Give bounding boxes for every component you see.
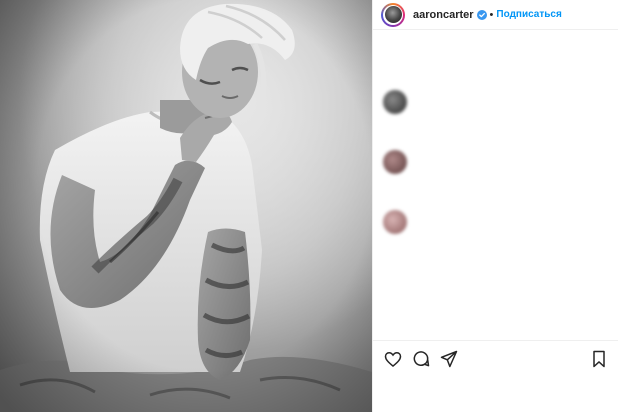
heart-icon[interactable]: [383, 349, 403, 369]
comment-meta: [419, 124, 447, 133]
comment-icon[interactable]: [411, 349, 431, 369]
comment-avatar[interactable]: [383, 210, 407, 234]
post-actions: [373, 340, 618, 384]
comment-meta: [419, 62, 447, 71]
profile-avatar[interactable]: [381, 2, 405, 27]
comment-avatar[interactable]: [383, 90, 407, 114]
avatar-image: [384, 6, 402, 23]
separator-dot: •: [489, 8, 494, 21]
follow-button[interactable]: Подписаться: [496, 9, 561, 20]
comment-item: [383, 210, 615, 340]
comment-item: [383, 90, 615, 140]
comments-list: [373, 30, 618, 350]
post-photo: [0, 0, 372, 412]
post-side-panel: aaroncarter • Подписаться: [372, 0, 618, 412]
comment-item: [383, 150, 615, 200]
comment-meta: [419, 184, 447, 193]
share-icon[interactable]: [439, 349, 459, 369]
comment-meta: [419, 326, 447, 335]
comment-avatar[interactable]: [383, 150, 407, 174]
avatar-inner: [383, 4, 403, 25]
comment-item: [383, 24, 615, 80]
verified-badge-icon: [476, 9, 487, 20]
username-link[interactable]: aaroncarter: [413, 9, 474, 21]
bookmark-icon[interactable]: [589, 349, 609, 369]
post-photo-illustration: [0, 0, 372, 412]
